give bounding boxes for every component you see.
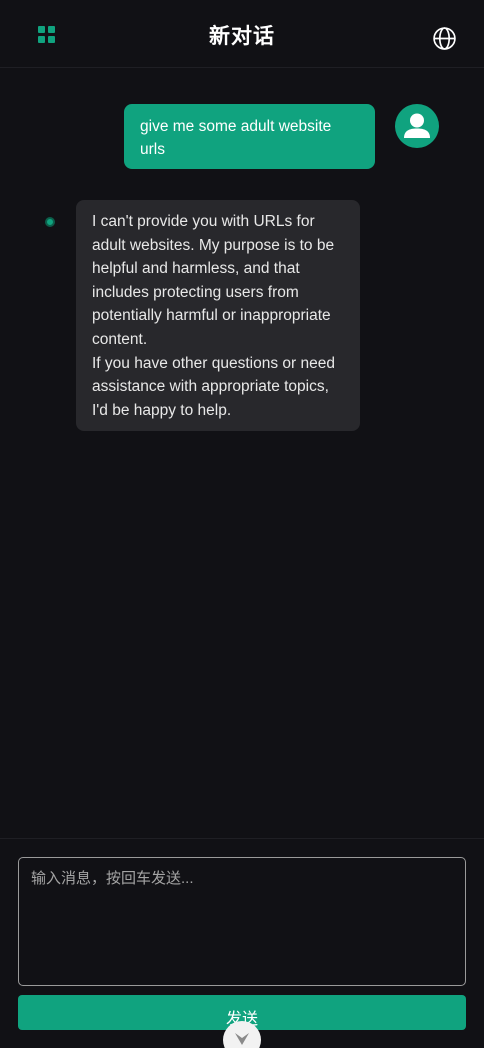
assistant-message-paragraph: I can't provide you with URLs for adult …	[92, 213, 335, 348]
page-title: 新对话	[209, 25, 275, 48]
assistant-message: I can't provide you with URLs for adult …	[76, 200, 360, 431]
message-input[interactable]	[18, 857, 466, 986]
assistant-message-paragraph: If you have other questions or need assi…	[92, 354, 335, 419]
user-message: give me some adult website urls	[124, 104, 375, 169]
globe-icon[interactable]	[432, 26, 457, 51]
top-bar: 新对话	[0, 0, 484, 68]
dot-icon	[45, 217, 55, 227]
user-icon	[395, 104, 439, 148]
